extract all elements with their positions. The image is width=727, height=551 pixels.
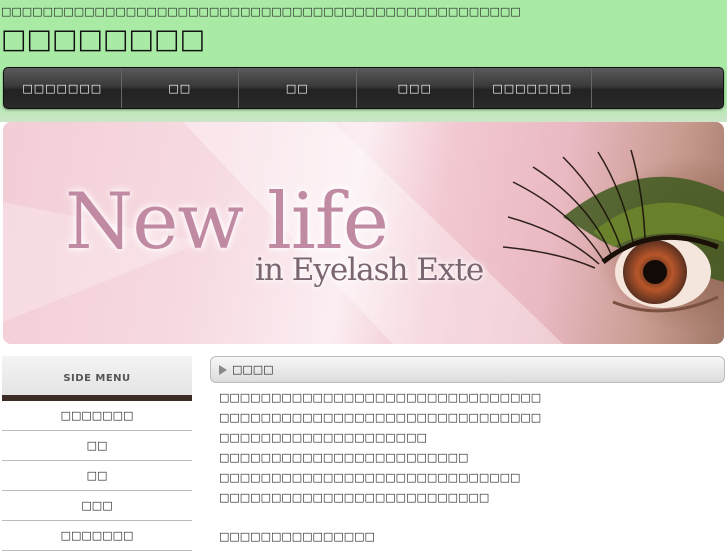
content-line: □□□□□□□□□□□□□□□□□□□□□□□□ (219, 451, 469, 464)
site-tagline: □□□□□□□□□□□□□□□□□□□□□□□□□□□□□□□□□□□□□□□□… (1, 5, 521, 18)
nav-item-6[interactable] (592, 68, 710, 108)
content-heading: □□□□ (210, 356, 725, 383)
sidebar: SIDE MENU □□□□□□□ □□ □□ □□□ □□□□□□□ (2, 356, 192, 551)
hero-subtitle: in Eyelash Exte (255, 252, 484, 288)
triangle-arrow-icon (219, 364, 227, 375)
side-menu-heading: SIDE MENU (2, 356, 192, 401)
sidebar-item-2[interactable]: □□ (2, 431, 192, 461)
content-line: □□□□□□□□□□□□□□□□□□□□□□□□□□□□□□□ (219, 411, 542, 424)
content-line: □□□□□□□□□□□□□□□□□□□□□□□□□□□□□□□ (219, 391, 542, 404)
sidebar-item-1[interactable]: □□□□□□□ (2, 401, 192, 431)
content-line: □□□□□□□□□□□□□□□□□□□□ (219, 431, 427, 444)
site-title[interactable]: □□□□□□□□ (1, 24, 205, 55)
sidebar-item-4[interactable]: □□□ (2, 491, 192, 521)
content-line: □□□□□□□□□□□□□□□□□□□□□□□□□□□□□ (219, 471, 521, 484)
sidebar-item-3[interactable]: □□ (2, 461, 192, 491)
content-heading-label: □□□□ (232, 363, 274, 376)
nav-item-3[interactable]: □□ (239, 68, 357, 108)
sidebar-item-5[interactable]: □□□□□□□ (2, 521, 192, 551)
nav-item-2[interactable]: □□ (122, 68, 239, 108)
nav-item-1[interactable]: □□□□□□□ (4, 68, 122, 108)
content-line: □□□□□□□□□□□□□□□□□□□□□□□□□□ (219, 491, 490, 504)
nav-item-5[interactable]: □□□□□□□ (474, 68, 592, 108)
global-nav: □□□□□□□ □□ □□ □□□ □□□□□□□ (3, 67, 724, 109)
hero-banner: New life in Eyelash Exte (3, 122, 724, 344)
content-body: □□□□□□□□□□□□□□□□□□□□□□□□□□□□□□□ □□□□□□□□… (219, 391, 719, 550)
content-footer-line: □□□□□□□□□□□□□□□ (219, 530, 375, 543)
nav-item-4[interactable]: □□□ (357, 68, 474, 108)
